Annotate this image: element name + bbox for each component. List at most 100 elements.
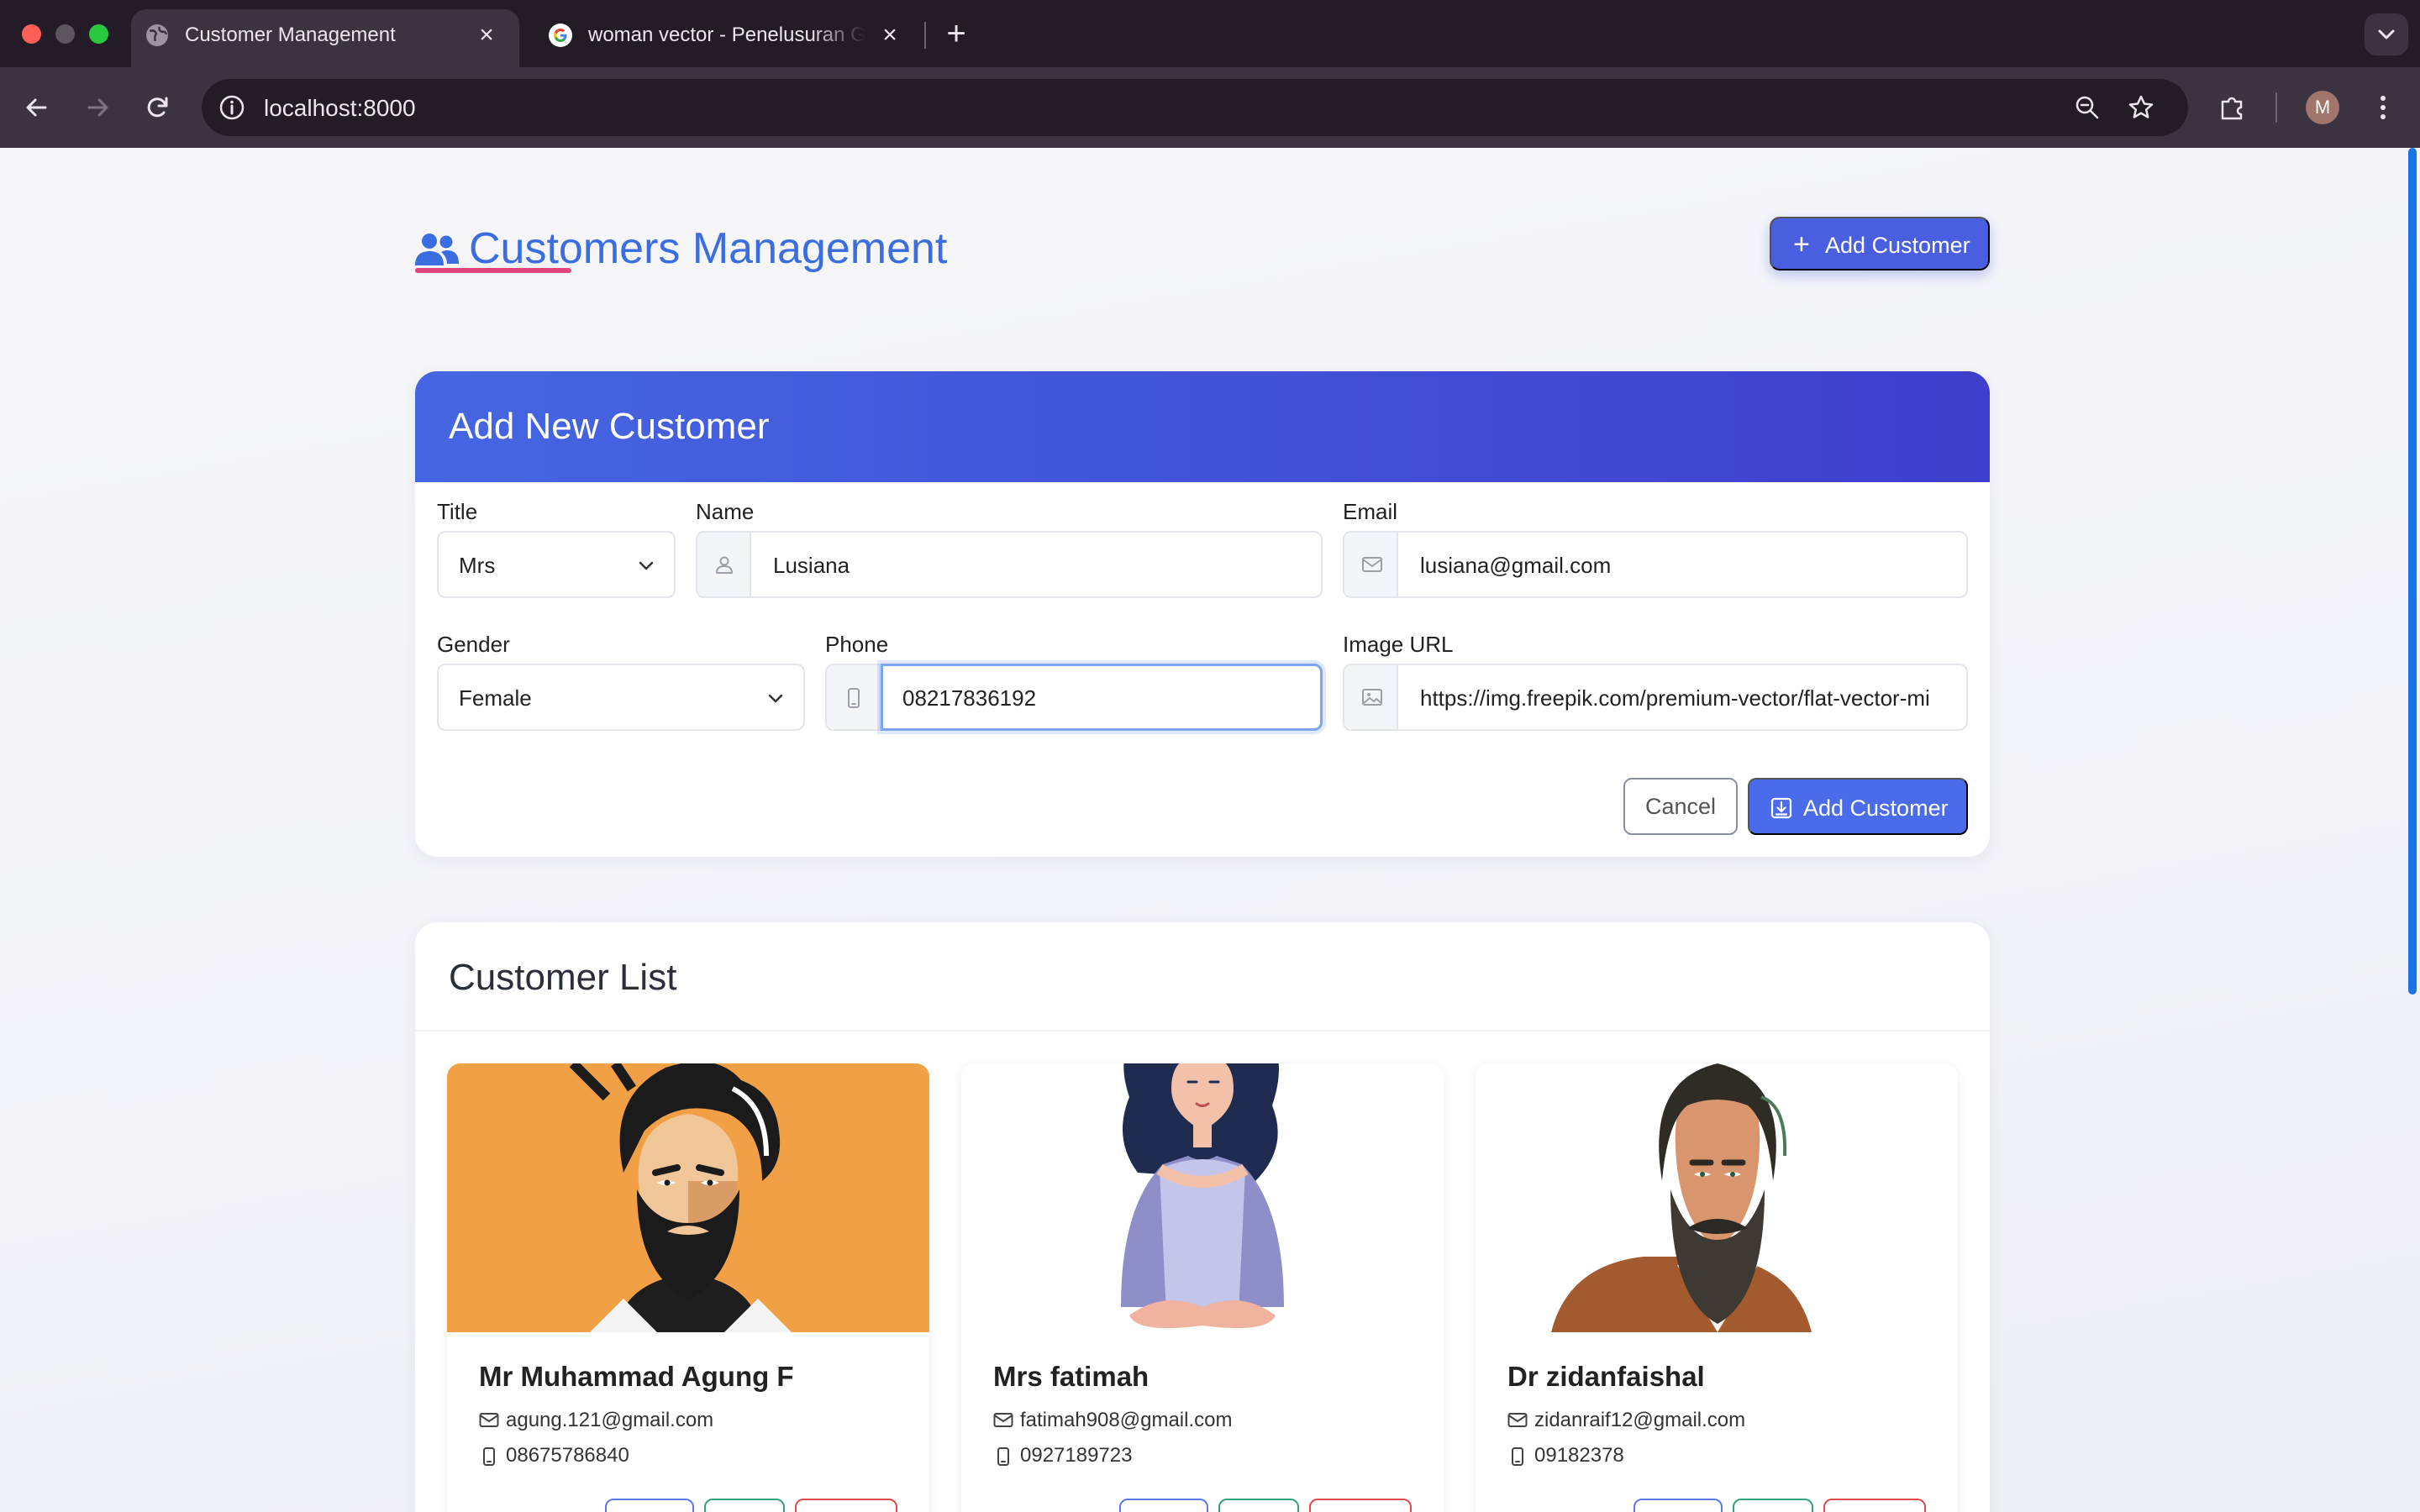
window-close-button[interactable] [22,24,41,44]
cancel-button[interactable]: Cancel [1623,778,1738,835]
customer-phone-text: 09182378 [1534,1444,1624,1467]
tab-search-button[interactable] [2365,13,2408,55]
tab-customer-management[interactable]: Customer Management × [131,9,519,67]
customer-phone-text: 08675786840 [506,1444,629,1467]
page-scrollbar[interactable] [2405,148,2420,1512]
customer-card: Dr zidanfaishal zidanraif12@gmail.com 09… [1476,1063,1958,1512]
reload-button[interactable] [138,87,178,128]
plus-icon: + [1793,228,1810,260]
customer-card: Mr Muhammad Agung F agung.121@gmail.com … [447,1063,929,1512]
customer-list: Customer List Mr Muhammad Agung F agung.… [415,922,1990,1512]
phone-icon [997,1447,1009,1466]
scrollbar-thumb[interactable] [2408,148,2417,995]
phone-label: Phone [825,632,889,657]
envelope-icon [479,1413,499,1427]
button-label: Add Customer [1825,233,1970,258]
tab-google-search[interactable]: woman vector - Penelusuran Google × [534,9,923,67]
delete-button[interactable] [1823,1499,1926,1512]
browser-tab-strip: Customer Management × woman vector - Pen… [0,0,2420,67]
form-title: Add New Customer [449,406,770,447]
image-url-field[interactable]: https://img.freepik.com/premium-vector/f… [1343,664,1968,731]
customer-avatar-image [961,1063,1444,1332]
back-button[interactable] [17,87,57,128]
address-bar[interactable]: localhost:8000 [202,79,2188,136]
edit-button[interactable] [605,1499,694,1512]
tab-title: Customer Management [185,24,396,46]
gender-select[interactable]: Female [437,664,805,731]
chevron-down-icon [639,561,654,570]
phone-addon [827,665,881,729]
list-title: Customer List [449,957,677,998]
chevron-down-icon [2378,29,2395,39]
chevron-down-icon [768,694,783,703]
bookmark-star-icon[interactable] [2126,92,2156,123]
title-underline [415,268,571,273]
google-icon [548,23,573,48]
page-viewport: Customers Management + Add Customer Add … [0,148,2420,1512]
tab-title: woman vector - Penelusuran Google [588,24,865,46]
toolbar-separator [2275,92,2277,123]
puzzle-icon [2221,97,2243,120]
email-input[interactable]: lusiana@gmail.com [1420,551,1611,580]
extensions-button[interactable] [2212,87,2252,128]
submit-add-customer-button[interactable]: Add Customer [1748,778,1968,835]
tab-close-icon[interactable]: × [472,21,501,50]
tab-separator [924,22,926,49]
url-text: localhost:8000 [264,95,416,121]
customer-phone-text: 0927189723 [1020,1444,1133,1467]
zoom-icon[interactable] [2072,92,2102,123]
edit-button[interactable] [1119,1499,1208,1512]
image-icon [1362,689,1382,706]
name-input[interactable]: Lusiana [773,551,850,580]
window-zoom-button[interactable] [89,24,108,44]
menu-button[interactable] [2363,87,2403,128]
customer-card: Mrs fatimah fatimah908@gmail.com 0927189… [961,1063,1444,1512]
globe-icon [145,23,170,48]
profile-avatar[interactable]: M [2306,91,2339,124]
customer-avatar-image [1476,1063,1958,1332]
view-button[interactable] [1733,1499,1813,1512]
name-field[interactable]: Lusiana [696,531,1323,598]
view-button[interactable] [704,1499,785,1512]
image-url-label: Image URL [1343,632,1454,657]
view-button[interactable] [1218,1499,1299,1512]
delete-button[interactable] [1309,1499,1412,1512]
form-header: Add New Customer [415,371,1990,482]
title-select[interactable]: Mrs [437,531,676,598]
customer-email-text: agung.121@gmail.com [506,1409,714,1431]
site-info-icon[interactable] [217,92,247,123]
reload-icon [147,97,168,118]
title-select-value: Mrs [459,553,496,578]
phone-icon [483,1447,495,1466]
customer-email-text: fatimah908@gmail.com [1020,1409,1233,1431]
forward-button[interactable] [77,87,118,128]
users-icon [415,232,459,267]
customer-name: Mr Muhammad Agung F [479,1361,794,1392]
email-label: Email [1343,499,1398,524]
name-label: Name [696,499,755,524]
customer-email-text: zidanraif12@gmail.com [1534,1409,1746,1431]
window-minimize-button[interactable] [55,24,75,44]
title-label: Title [437,499,478,524]
edit-button[interactable] [1634,1499,1723,1512]
browser-toolbar: localhost:8000 M [0,67,2420,148]
kebab-menu-icon [2381,96,2386,119]
page-header: Customers Management [415,215,1990,307]
tab-close-icon[interactable]: × [876,21,904,50]
new-tab-button[interactable]: + [938,15,975,52]
name-addon [697,533,751,596]
divider [415,1030,1990,1032]
image-addon [1344,665,1398,729]
delete-button[interactable] [795,1499,897,1512]
phone-field[interactable]: 08217836192 [825,664,1323,731]
image-url-input[interactable]: https://img.freepik.com/premium-vector/f… [1420,684,1958,712]
gender-select-value: Female [459,685,532,711]
customer-avatar-image [447,1063,929,1332]
customer-name: Dr zidanfaishal [1507,1361,1705,1392]
email-field[interactable]: lusiana@gmail.com [1343,531,1968,598]
gender-label: Gender [437,632,510,657]
phone-input[interactable]: 08217836192 [902,684,1036,712]
email-addon [1344,533,1398,596]
header-add-customer-button[interactable]: + Add Customer [1770,217,1990,270]
button-label: Add Customer [1803,795,1949,821]
